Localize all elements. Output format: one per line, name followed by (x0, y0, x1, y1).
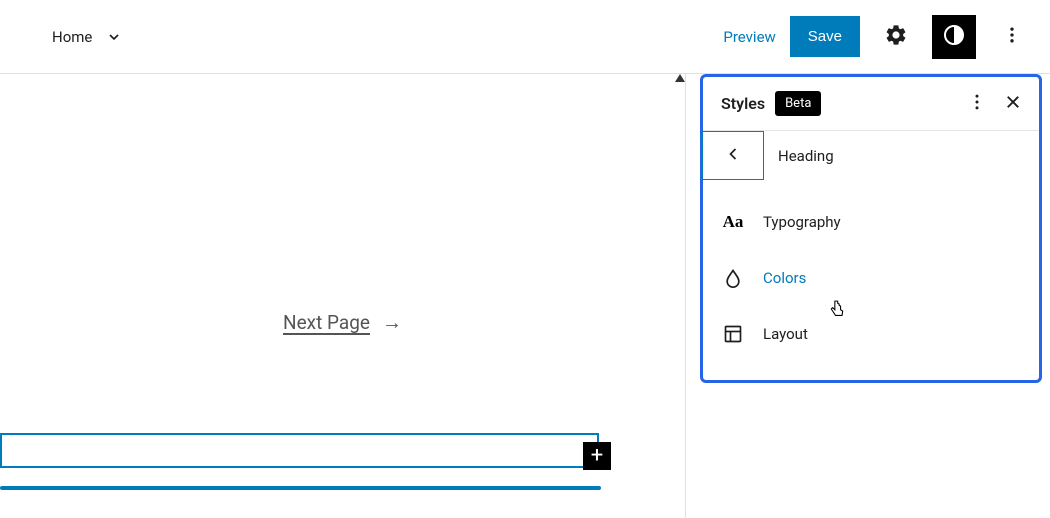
block-insertion-indicator (0, 486, 601, 490)
preview-button[interactable]: Preview (723, 28, 775, 46)
menu-item-colors[interactable]: Colors (703, 250, 1039, 306)
menu-item-layout[interactable]: Layout (703, 306, 1039, 362)
menu-item-label: Colors (763, 269, 806, 287)
layout-icon (721, 322, 745, 346)
more-vertical-icon (1002, 25, 1022, 48)
plus-icon: + (591, 445, 603, 467)
document-switcher[interactable]: Home (52, 27, 124, 47)
main-area: Next Page → + Styles Beta (0, 74, 1050, 518)
more-options-button[interactable] (990, 15, 1034, 59)
top-toolbar: Home Preview Save (0, 0, 1050, 74)
next-page-label: Next Page (283, 311, 370, 334)
arrow-right-icon: → (382, 310, 402, 335)
beta-badge: Beta (775, 91, 821, 116)
styles-panel-title: Styles (721, 94, 765, 113)
editor-canvas[interactable]: Next Page → + (0, 74, 686, 518)
settings-button[interactable] (874, 15, 918, 59)
right-sidebar: Styles Beta (686, 74, 1050, 518)
droplet-icon (721, 266, 745, 290)
close-panel-button[interactable] (1001, 92, 1025, 116)
add-block-button[interactable]: + (583, 442, 611, 470)
chevron-down-icon (104, 27, 124, 47)
selected-block[interactable]: + (0, 433, 599, 468)
chevron-left-icon (723, 144, 743, 168)
document-title: Home (52, 28, 92, 46)
close-icon (1004, 93, 1022, 114)
save-button[interactable]: Save (790, 16, 860, 57)
styles-panel-header: Styles Beta (703, 77, 1039, 131)
menu-item-label: Layout (763, 325, 808, 343)
gear-icon (884, 23, 908, 50)
styles-button[interactable] (932, 15, 976, 59)
panel-more-button[interactable] (965, 92, 989, 116)
back-button[interactable] (702, 131, 764, 180)
typography-icon: Aa (721, 210, 745, 234)
menu-item-typography[interactable]: Aa Typography (703, 194, 1039, 250)
next-page-link[interactable]: Next Page → (283, 310, 402, 335)
styles-panel: Styles Beta (700, 74, 1042, 383)
menu-item-label: Typography (763, 213, 841, 231)
scroll-up-indicator (675, 74, 685, 82)
panel-nav-row: Heading (703, 131, 1039, 180)
more-vertical-icon (967, 92, 987, 115)
panel-section-heading: Heading (778, 147, 834, 165)
styles-contrast-icon (942, 23, 966, 50)
styles-menu-list: Aa Typography Colors Layout (703, 180, 1039, 380)
toolbar-actions: Preview Save (723, 15, 1034, 59)
